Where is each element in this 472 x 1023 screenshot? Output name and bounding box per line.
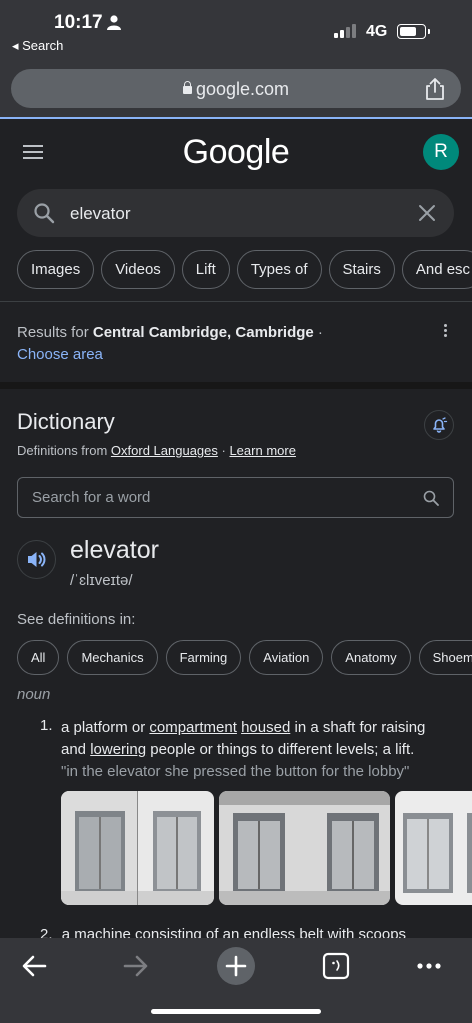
chip-videos[interactable]: Videos bbox=[101, 250, 175, 289]
elevator-images bbox=[61, 791, 472, 905]
more-menu-icon[interactable] bbox=[409, 946, 449, 986]
word-search-placeholder: Search for a word bbox=[32, 489, 151, 506]
search-icon[interactable] bbox=[423, 490, 439, 506]
tab-switcher-icon[interactable] bbox=[316, 946, 356, 986]
definition-category-chips: All Mechanics Farming Aviation Anatomy S… bbox=[17, 640, 472, 675]
usage-example: "in the elevator she pressed the button … bbox=[61, 763, 410, 780]
chip-lift[interactable]: Lift bbox=[181, 250, 230, 289]
close-icon[interactable] bbox=[418, 204, 436, 222]
speaker-icon bbox=[28, 552, 46, 567]
category-chip-aviation[interactable]: Aviation bbox=[249, 640, 324, 675]
share-icon[interactable] bbox=[424, 77, 446, 101]
chip-images[interactable]: Images bbox=[17, 250, 95, 289]
dictionary-source: Definitions from Oxford Languages · Lear… bbox=[17, 443, 296, 458]
section-separator bbox=[0, 382, 472, 389]
filter-chips: Images Videos Lift Types of Stairs And e… bbox=[17, 250, 472, 289]
location-name: Central Cambridge, Cambridge bbox=[92, 324, 314, 341]
page-load-progress bbox=[0, 117, 472, 119]
elevator-image[interactable] bbox=[219, 791, 390, 905]
browser-chrome: 10:17 ◂ Search 4G google.com bbox=[0, 0, 472, 118]
sense-number: 1. bbox=[40, 717, 53, 734]
search-input[interactable]: elevator bbox=[70, 204, 130, 224]
account-avatar[interactable]: R bbox=[423, 134, 459, 170]
back-arrow-icon[interactable] bbox=[15, 946, 55, 986]
elevator-image[interactable] bbox=[61, 791, 214, 905]
category-chip-anatomy[interactable]: Anatomy bbox=[331, 640, 411, 675]
back-to-app-link[interactable]: ◂ Search bbox=[12, 38, 63, 54]
phonetic-spelling: /ˈɛlɪveɪtə/ bbox=[70, 572, 133, 589]
battery-icon bbox=[397, 24, 426, 39]
word-link[interactable]: housed bbox=[241, 719, 290, 736]
new-tab-icon[interactable] bbox=[216, 946, 256, 986]
lock-icon bbox=[182, 81, 192, 94]
word-link[interactable]: lowering bbox=[90, 741, 146, 758]
chip-types-of[interactable]: Types of bbox=[236, 250, 322, 289]
address-bar[interactable]: google.com bbox=[11, 69, 461, 108]
url-text: google.com bbox=[195, 79, 290, 99]
more-options-icon[interactable] bbox=[444, 324, 450, 338]
cellular-signal-icon bbox=[334, 24, 356, 38]
learn-more-link[interactable]: Learn more bbox=[229, 443, 295, 458]
word-link[interactable]: compartment bbox=[149, 719, 237, 736]
pronunciation-button[interactable] bbox=[17, 540, 56, 579]
choose-area-link[interactable]: Choose area bbox=[17, 346, 103, 363]
category-chip-mechanics[interactable]: Mechanics bbox=[67, 640, 158, 675]
divider bbox=[0, 301, 472, 302]
category-chip-all[interactable]: All bbox=[17, 640, 60, 675]
forward-arrow-icon[interactable] bbox=[115, 946, 155, 986]
network-type: 4G bbox=[366, 23, 388, 40]
person-icon bbox=[107, 15, 121, 30]
oxford-languages-link[interactable]: Oxford Languages bbox=[111, 443, 218, 458]
bell-icon bbox=[433, 417, 448, 433]
definition-text: a platform or compartment housed in a sh… bbox=[61, 719, 426, 780]
status-time: 10:17 bbox=[54, 12, 103, 33]
word-search-field[interactable]: Search for a word bbox=[17, 477, 454, 518]
see-definitions-label: See definitions in: bbox=[17, 611, 136, 628]
headword: elevator bbox=[70, 536, 159, 564]
elevator-image[interactable] bbox=[395, 791, 472, 905]
notification-bell-button[interactable] bbox=[424, 410, 454, 440]
dictionary-title: Dictionary bbox=[17, 409, 115, 434]
search-box[interactable]: elevator bbox=[17, 189, 454, 237]
google-logo[interactable]: Google bbox=[0, 133, 472, 172]
battery-tip bbox=[428, 29, 430, 34]
category-chip-farming[interactable]: Farming bbox=[165, 640, 242, 675]
category-chip-shoemaking[interactable]: Shoema bbox=[418, 640, 472, 675]
part-of-speech: noun bbox=[17, 686, 51, 703]
home-indicator[interactable] bbox=[151, 1009, 321, 1014]
chip-and-esc[interactable]: And esc bbox=[401, 250, 472, 289]
location-notice: Results for Central Cambridge, Cambridge… bbox=[17, 324, 323, 363]
search-icon bbox=[34, 203, 55, 224]
chip-stairs[interactable]: Stairs bbox=[328, 250, 395, 289]
